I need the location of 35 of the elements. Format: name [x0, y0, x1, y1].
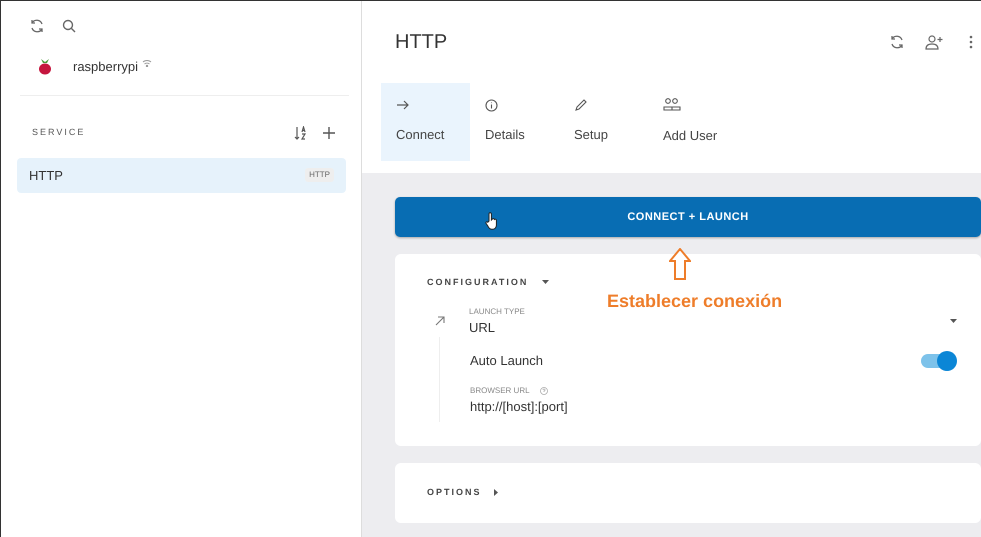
refresh-button[interactable]: [889, 34, 905, 50]
arrow-icon: [396, 99, 410, 112]
tab[interactable]: Setup: [559, 83, 648, 161]
more-button[interactable]: [969, 35, 973, 49]
raspberry-icon: [38, 58, 52, 76]
wifi-icon: [142, 58, 152, 67]
device-name: raspberrypi: [73, 58, 138, 76]
section-title: OPTIONS: [427, 486, 482, 499]
users-icon: [663, 98, 681, 112]
tab[interactable]: Connect: [381, 83, 470, 161]
auto-launch-toggle[interactable]: [921, 354, 955, 368]
hand-cursor-icon: [485, 212, 499, 230]
info-icon: [485, 99, 498, 112]
field-label: BROWSER URL: [470, 384, 530, 396]
page-title: HTTP: [395, 30, 448, 55]
launch-arrow-icon: [435, 316, 445, 326]
search-button[interactable]: [61, 18, 77, 34]
caret-icon[interactable]: [542, 280, 550, 286]
connect-launch-button[interactable]: CONNECT + LAUNCH: [395, 197, 981, 237]
dropdown-caret-icon: [950, 318, 957, 324]
section-title: SERVICE: [32, 126, 86, 139]
service-item[interactable]: HTTP HTTP: [17, 158, 346, 193]
browser-url-field[interactable]: http://[host]:[port]: [470, 396, 568, 416]
pencil-icon: [574, 99, 587, 112]
auto-launch-label: Auto Launch: [470, 352, 544, 370]
tab[interactable]: Add User: [648, 83, 748, 161]
caret-icon[interactable]: [494, 489, 499, 496]
sort-button[interactable]: [294, 126, 307, 140]
add-button[interactable]: [323, 126, 335, 138]
tab[interactable]: Details: [470, 83, 559, 161]
refresh-button[interactable]: [29, 18, 45, 34]
annotation-text: Establecer conexión: [607, 290, 782, 313]
add-user-button[interactable]: [925, 34, 943, 50]
service-tag: HTTP: [305, 168, 334, 182]
section-title: CONFIGURATION: [427, 276, 528, 289]
